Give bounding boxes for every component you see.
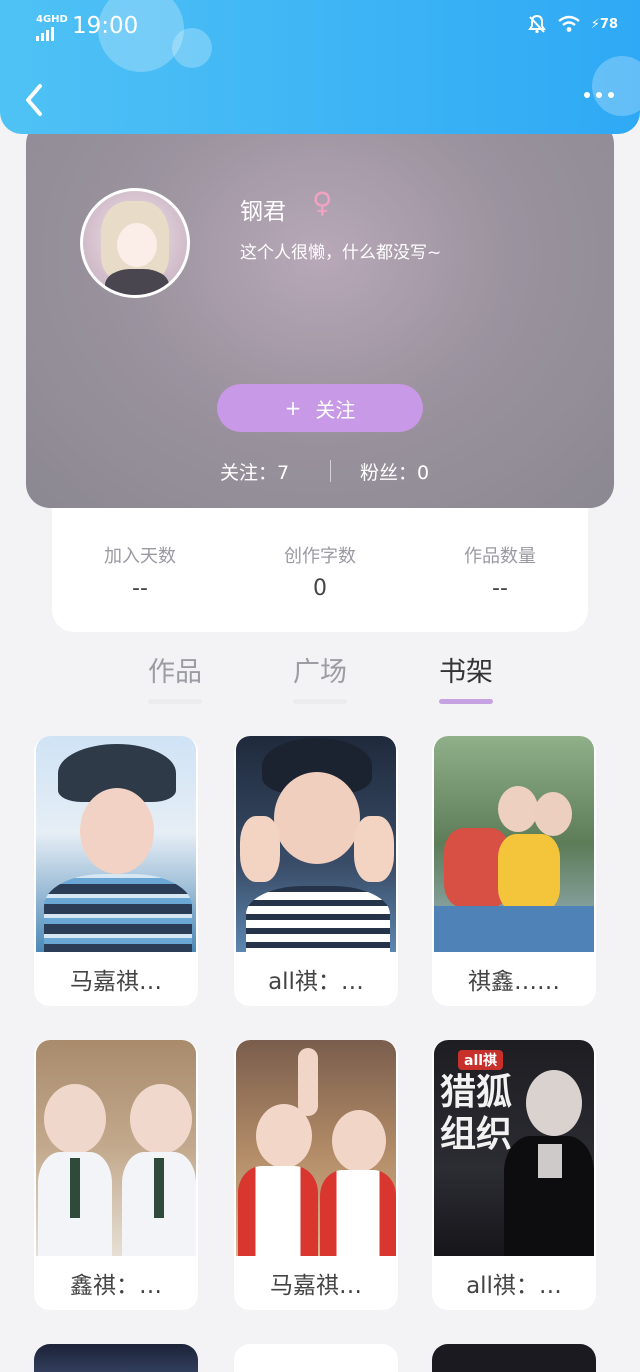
network-type: 4GHD: [36, 14, 68, 25]
stat-value: --: [492, 576, 508, 601]
book-card[interactable]: all祺 猎狐组织 all祺：…: [432, 1040, 596, 1310]
stat-join-days: 加入天数 --: [60, 542, 220, 601]
tab-bookshelf[interactable]: 书架: [426, 650, 506, 704]
book-title: 祺鑫……: [468, 969, 560, 995]
tab-underline: [148, 699, 202, 704]
wifi-icon: [558, 15, 580, 32]
book-card[interactable]: 马嘉祺…: [34, 736, 198, 1006]
decor-bubble: [592, 56, 640, 116]
female-gender-icon: ♀: [312, 186, 333, 219]
book-card[interactable]: 马嘉祺…: [234, 1040, 398, 1310]
tab-label: 作品: [148, 657, 202, 688]
signal-indicator: 4GHD: [36, 14, 68, 44]
stat-label: 创作字数: [284, 546, 356, 567]
follow-button-label: 关注: [315, 397, 356, 422]
back-button[interactable]: [20, 80, 52, 120]
book-cover: [36, 1040, 196, 1256]
cover-title: 猎狐组织: [440, 1072, 513, 1155]
book-card[interactable]: 鑫祺：…: [34, 1040, 198, 1310]
book-card[interactable]: 祺鑫……: [432, 736, 596, 1006]
plus-icon: +: [284, 396, 302, 420]
dot-icon: [584, 92, 590, 98]
chevron-left-icon: [26, 84, 42, 116]
status-bar: 4GHD 19:00 ⚡78: [0, 0, 640, 52]
book-card[interactable]: all祺：…: [234, 736, 398, 1006]
following-count[interactable]: 关注：7: [220, 458, 289, 485]
tab-square[interactable]: 广场: [280, 650, 360, 704]
fans-count[interactable]: 粉丝：0: [360, 458, 429, 485]
book-cover: [236, 736, 396, 952]
battery-level: 78: [599, 16, 618, 32]
book-cover: [236, 1040, 396, 1256]
tab-bar: 作品 广场 书架: [0, 650, 640, 706]
stat-label: 加入天数: [104, 546, 176, 567]
book-cover: [36, 736, 196, 952]
signature: 这个人很懒，什么都没写~: [240, 243, 442, 263]
stat-label: 作品数量: [464, 546, 536, 567]
mute-bell-icon: [527, 14, 546, 34]
stat-word-count: 创作字数 0: [240, 542, 400, 601]
signal-bars-icon: [36, 27, 54, 41]
book-title: all祺：…: [466, 1273, 562, 1299]
book-cover: all祺 猎狐组织: [434, 1040, 594, 1256]
avatar[interactable]: [80, 188, 190, 298]
tab-underline: [293, 699, 347, 704]
follow-button[interactable]: + 关注: [217, 384, 423, 432]
book-card-partial[interactable]: [432, 1344, 596, 1372]
book-cover: [434, 736, 594, 952]
tab-underline: [439, 699, 493, 704]
nickname: 钢君: [240, 199, 286, 225]
clock: 19:00: [72, 13, 139, 39]
dot-icon: [608, 92, 614, 98]
book-title: all祺：…: [268, 969, 364, 995]
stat-value: 0: [313, 576, 327, 601]
battery-icon: ⚡78: [590, 16, 618, 32]
tab-label: 书架: [439, 657, 493, 688]
book-title: 马嘉祺…: [70, 969, 162, 995]
book-title: 鑫祺：…: [70, 1273, 162, 1299]
stat-value: --: [132, 576, 148, 601]
top-bar: 4GHD 19:00 ⚡78: [0, 0, 640, 134]
book-card-partial[interactable]: [234, 1344, 398, 1372]
divider: [330, 460, 331, 482]
book-card-partial[interactable]: [34, 1344, 198, 1372]
tab-works[interactable]: 作品: [135, 650, 215, 704]
cover-badge: all祺: [458, 1050, 504, 1070]
tab-label: 广场: [293, 657, 347, 688]
stat-work-count: 作品数量 --: [420, 542, 580, 601]
book-title: 马嘉祺…: [270, 1273, 362, 1299]
dot-icon: [596, 92, 602, 98]
profile-card: 钢君 ♀ 这个人很懒，什么都没写~ + 关注 关注：7 粉丝：0: [26, 120, 614, 508]
status-icons: ⚡78: [527, 14, 618, 34]
more-options-button[interactable]: [584, 92, 614, 98]
